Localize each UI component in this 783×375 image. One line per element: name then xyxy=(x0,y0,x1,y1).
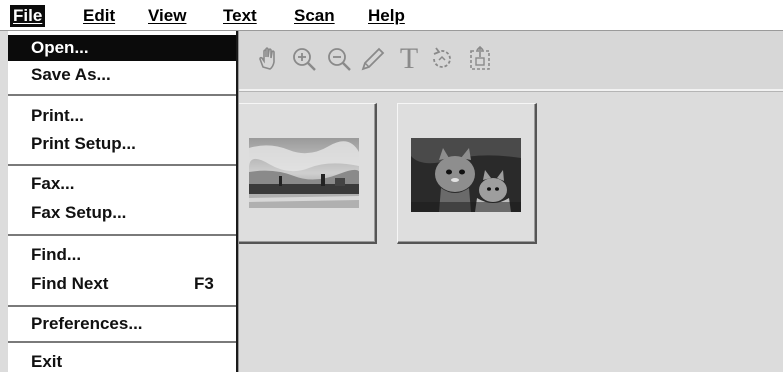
zoom-out-icon[interactable] xyxy=(323,41,355,77)
menu-item-preferences[interactable]: Preferences... xyxy=(8,311,236,337)
menu-help[interactable]: Help xyxy=(365,5,408,27)
text-tool-icon[interactable]: T xyxy=(393,41,425,77)
menu-item-exit[interactable]: Exit xyxy=(8,349,236,375)
menu-separator xyxy=(8,164,236,166)
select-icon[interactable] xyxy=(464,41,496,77)
menu-edit[interactable]: Edit xyxy=(80,5,118,27)
menu-item-label: Print Setup... xyxy=(31,134,136,153)
thumbnail-cats[interactable] xyxy=(397,103,537,244)
menu-separator xyxy=(8,234,236,236)
menu-item-save-as[interactable]: Save As... xyxy=(8,62,236,88)
menu-item-label: Print... xyxy=(31,106,84,125)
menu-item-label: Preferences... xyxy=(31,314,143,333)
menu-scan[interactable]: Scan xyxy=(291,5,338,27)
menu-item-find-next[interactable]: Find Next F3 xyxy=(8,271,236,297)
menu-item-label: Find... xyxy=(31,245,82,264)
cat-photo xyxy=(411,138,521,212)
menu-item-fax-setup[interactable]: Fax Setup... xyxy=(8,200,236,226)
menu-separator xyxy=(8,94,236,96)
menu-item-label: Fax... xyxy=(31,174,75,193)
thumbnail-landscape[interactable] xyxy=(222,103,377,244)
menu-item-label: Fax Setup... xyxy=(31,203,127,222)
hand-icon[interactable] xyxy=(252,41,284,77)
menu-text[interactable]: Text xyxy=(220,5,260,27)
zoom-in-icon[interactable] xyxy=(288,41,320,77)
pencil-icon[interactable] xyxy=(356,41,388,77)
file-menu-dropdown: Open... Save As... Print... Print Setup.… xyxy=(8,31,238,372)
menu-view[interactable]: View xyxy=(145,5,189,27)
menu-item-label: Exit xyxy=(31,352,63,371)
menu-item-label: Save As... xyxy=(31,65,111,84)
menu-item-fax[interactable]: Fax... xyxy=(8,171,236,197)
toolbar: T xyxy=(238,31,783,91)
menu-separator xyxy=(8,341,236,343)
menu-file[interactable]: File xyxy=(10,5,46,27)
menu-item-find[interactable]: Find... xyxy=(8,242,236,268)
menu-separator xyxy=(8,305,236,307)
landscape-photo xyxy=(249,138,359,208)
menu-item-print[interactable]: Print... xyxy=(8,103,236,129)
rotate-icon[interactable] xyxy=(426,41,458,77)
menu-item-label: Open... xyxy=(31,38,89,57)
menu-item-shortcut: F3 xyxy=(194,274,214,293)
menu-item-label: Find Next xyxy=(31,274,109,293)
menu-item-open[interactable]: Open... xyxy=(8,35,236,61)
menu-item-print-setup[interactable]: Print Setup... xyxy=(8,131,236,157)
menu-bar: File Edit View Text Scan Help xyxy=(0,0,783,31)
